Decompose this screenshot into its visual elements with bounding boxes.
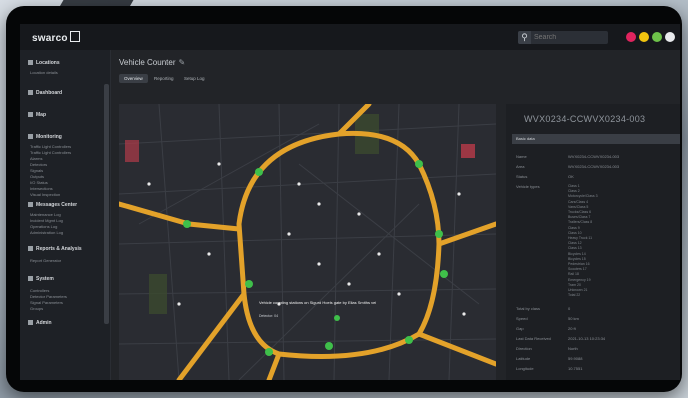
- sidebar-subitem[interactable]: Alarms: [30, 156, 42, 161]
- sidebar-subitem[interactable]: Report Generator: [30, 258, 61, 263]
- search-input[interactable]: [534, 33, 604, 42]
- map-canvas: [119, 104, 496, 380]
- row-value: 50 km: [568, 316, 579, 321]
- tab-overview[interactable]: Overview: [119, 74, 148, 83]
- row-key: Speed: [516, 316, 528, 321]
- row-value: 2021-10-13 10:23:34: [568, 336, 606, 341]
- sidebar-subitem[interactable]: Controllers: [30, 288, 49, 293]
- detail-panel: WVX0234-CCWVX0234-003 Basic data Name WV…: [506, 104, 680, 380]
- sidebar-item-system[interactable]: System: [28, 276, 54, 282]
- red-status-dot-icon[interactable]: [626, 32, 636, 42]
- row-value: WVX0234-CCWVX0234-003: [568, 164, 620, 169]
- row-value: North: [568, 346, 578, 351]
- row-key: Last Data Received: [516, 336, 551, 341]
- sidebar-subitem[interactable]: Groups: [30, 306, 43, 311]
- sidebar-subitem[interactable]: Intersections: [30, 186, 53, 191]
- vehicle-type-item: Motorcycle/Class 3: [568, 194, 598, 199]
- page-title: Vehicle Counter ✎: [119, 58, 186, 67]
- sidebar-subitem[interactable]: Incident Mgmt Log: [30, 218, 63, 223]
- row-value: 20 ft: [568, 326, 576, 331]
- map-icon: [28, 112, 33, 117]
- sidebar-subitem[interactable]: Operations Log: [30, 224, 57, 229]
- row-key: Gap: [516, 326, 524, 331]
- row-value: WVX0234-CCWVX0234-003: [568, 154, 620, 159]
- sidebar-subitem[interactable]: Visual Inspection: [30, 192, 60, 197]
- search-box[interactable]: ⚲: [518, 31, 608, 44]
- sidebar-subitem[interactable]: Signal Parameters: [30, 300, 63, 305]
- row-value: 0: [568, 306, 571, 311]
- sidebar-subitem[interactable]: Location details: [30, 70, 58, 75]
- message-icon: [28, 202, 33, 207]
- report-icon: [28, 246, 33, 251]
- main-content: Vehicle Counter ✎ Overview Reporting Setu…: [111, 50, 680, 380]
- row-value: 10.7551: [568, 366, 583, 371]
- row-value: OK: [568, 174, 574, 179]
- row-key: Status: [516, 174, 528, 179]
- vehicle-types-list: Class 1 Class 2 Motorcycle/Class 3 Cars/Cla…: [568, 184, 598, 298]
- location-icon: [28, 60, 33, 65]
- sidebar-subitem[interactable]: I/O Status: [30, 180, 48, 185]
- sidebar-subitem[interactable]: Detectors: [30, 162, 47, 167]
- row-key: Direction: [516, 346, 532, 351]
- sidebar-item-monitoring[interactable]: Monitoring: [28, 134, 62, 140]
- tab-reporting[interactable]: Reporting: [149, 74, 179, 83]
- sidebar-item-messages-center[interactable]: Messages Center: [28, 202, 77, 208]
- map-popup-title: Vehicle counting stations on Sigurd Hoel…: [259, 300, 377, 305]
- search-icon[interactable]: ⚲: [518, 31, 531, 44]
- app-logo: swarco: [32, 31, 80, 44]
- sidebar-subitem[interactable]: Outputs: [30, 174, 44, 179]
- vehicle-type-item: Total 22: [568, 293, 581, 298]
- row-key: Total by class: [516, 306, 541, 311]
- system-icon: [28, 276, 33, 281]
- app-screen: swarco ⚲ Locations Location details Dash…: [20, 24, 680, 380]
- sidebar-subitem[interactable]: Signals: [30, 168, 43, 173]
- monitor-icon: [28, 134, 33, 139]
- row-key: Latitude: [516, 356, 531, 361]
- sidebar: Locations Location details Dashboard Map…: [20, 50, 111, 380]
- detail-title: WVX0234-CCWVX0234-003: [524, 114, 646, 124]
- white-status-dot-icon[interactable]: [665, 32, 675, 42]
- sidebar-subitem[interactable]: Detector Parameters: [30, 294, 67, 299]
- row-key: Name: [516, 154, 527, 159]
- sidebar-item-reports[interactable]: Reports & Analysis: [28, 246, 82, 252]
- admin-icon: [28, 320, 33, 325]
- row-value: 59.9088: [568, 356, 583, 361]
- sidebar-subitem[interactable]: Traffic Light Controllers: [30, 144, 71, 149]
- sidebar-item-locations[interactable]: Locations: [28, 60, 60, 66]
- sidebar-subitem[interactable]: Traffic Light Controllers: [30, 150, 71, 155]
- section-header[interactable]: Basic data: [512, 134, 680, 144]
- tab-setup-log[interactable]: Setup Log: [179, 74, 210, 83]
- logo-text: swarco: [32, 33, 68, 44]
- row-key: Vehicle types: [516, 184, 540, 189]
- sidebar-subitem[interactable]: Maintenance Log: [30, 212, 61, 217]
- row-key: Longitude: [516, 366, 534, 371]
- green-status-dot-icon[interactable]: [652, 32, 662, 42]
- map-view[interactable]: Vehicle counting stations on Sigurd Hoel…: [119, 104, 496, 380]
- sidebar-subitem[interactable]: Administration Log: [30, 230, 63, 235]
- row-key: Area: [516, 164, 525, 169]
- yellow-status-dot-icon[interactable]: [639, 32, 649, 42]
- laptop-frame: swarco ⚲ Locations Location details Dash…: [6, 6, 682, 392]
- map-popup-subtitle: Detector: 04: [259, 314, 279, 318]
- top-bar: swarco ⚲: [20, 24, 680, 51]
- dashboard-icon: [28, 90, 33, 95]
- sidebar-item-dashboard[interactable]: Dashboard: [28, 90, 62, 96]
- logo-mark-icon: [69, 31, 80, 42]
- edit-pencil-icon[interactable]: ✎: [178, 58, 185, 67]
- sidebar-item-map[interactable]: Map: [28, 112, 46, 118]
- sidebar-scrollbar[interactable]: [104, 84, 109, 324]
- sidebar-item-admin[interactable]: Admin: [28, 320, 52, 326]
